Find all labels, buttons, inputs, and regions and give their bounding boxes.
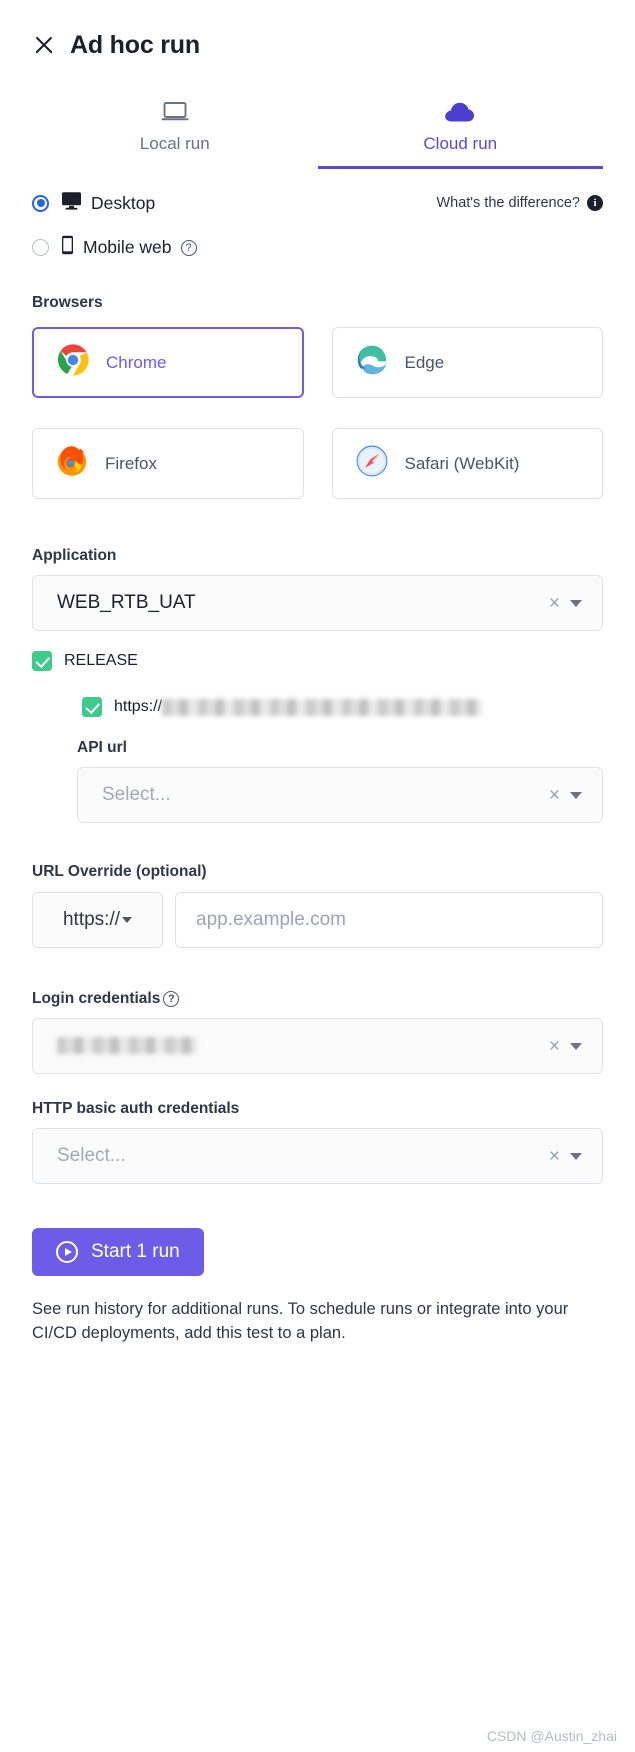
radio-indicator[interactable] xyxy=(32,194,49,212)
release-url-prefix: https:// xyxy=(114,698,163,715)
whats-the-difference-link[interactable]: What's the difference? i xyxy=(436,195,603,211)
browsers-section: Browsers Chrome Edge Firefox Safari (Web… xyxy=(32,294,603,499)
browser-card-firefox[interactable]: Firefox xyxy=(32,428,304,499)
tab-label: Local run xyxy=(139,134,210,153)
clear-icon[interactable]: × xyxy=(539,1147,570,1166)
run-target-row: Desktop Mobile web ? What's the differen… xyxy=(32,191,603,260)
radio-mobile-web[interactable]: Mobile web ? xyxy=(32,235,197,260)
protocol-select[interactable]: https:// xyxy=(32,892,163,948)
chevron-down-icon[interactable] xyxy=(570,791,582,799)
tab-label: Cloud run xyxy=(423,134,498,153)
browser-card-safari[interactable]: Safari (WebKit) xyxy=(331,428,603,499)
question-mark-icon[interactable]: ? xyxy=(180,239,197,256)
run-mode-tabs: Local run Cloud run xyxy=(32,86,603,169)
chevron-down-icon[interactable] xyxy=(122,917,133,923)
chevron-down-icon[interactable] xyxy=(570,599,582,607)
release-checkbox-row[interactable]: RELEASE xyxy=(32,651,603,671)
login-credentials-label-text: Login credentials xyxy=(32,990,161,1007)
redacted-credential xyxy=(57,1037,197,1055)
release-url-label: https:// xyxy=(114,698,483,716)
http-basic-auth-select[interactable]: Select... × xyxy=(32,1128,603,1184)
safari-icon xyxy=(355,444,389,483)
page-title: Ad hoc run xyxy=(70,30,200,59)
browser-card-edge[interactable]: Edge xyxy=(331,327,603,398)
radio-desktop[interactable]: Desktop xyxy=(32,191,197,215)
question-mark-icon[interactable]: ? xyxy=(163,991,180,1007)
monitor-icon xyxy=(61,191,82,215)
application-section: Application WEB_RTB_UAT × RELEASE https:… xyxy=(32,547,603,823)
browser-name: Safari (WebKit) xyxy=(404,453,520,473)
browser-name: Firefox xyxy=(105,453,157,473)
application-label: Application xyxy=(32,547,117,564)
url-override-row: https:// xyxy=(32,892,603,948)
radio-mobile-web-label: Mobile web ? xyxy=(61,235,197,260)
application-selected-value: WEB_RTB_UAT xyxy=(57,592,196,613)
clear-icon[interactable]: × xyxy=(539,786,570,805)
tab-local-run[interactable]: Local run xyxy=(32,86,318,169)
protocol-value: https:// xyxy=(62,909,121,930)
footer-note: See run history for additional runs. To … xyxy=(32,1300,569,1342)
checkbox-release-url[interactable] xyxy=(82,697,102,717)
start-run-button[interactable]: Start 1 run xyxy=(32,1228,204,1276)
panel-header: Ad hoc run xyxy=(32,0,603,62)
start-run-button-label: Start 1 run xyxy=(91,1241,180,1262)
checkbox-release[interactable] xyxy=(32,651,52,671)
chevron-down-icon[interactable] xyxy=(570,1042,582,1050)
browser-name: Chrome xyxy=(106,352,167,372)
url-override-label: URL Override (optional) xyxy=(32,863,207,880)
clear-icon[interactable]: × xyxy=(539,594,570,613)
tab-cloud-run[interactable]: Cloud run xyxy=(317,86,603,169)
browser-card-chrome[interactable]: Chrome xyxy=(32,327,304,398)
radio-indicator[interactable] xyxy=(32,239,49,256)
difference-link-label: What's the difference? xyxy=(436,195,580,211)
watermark: CSDN @Austin_zhai xyxy=(486,1728,617,1744)
radio-label-text: Desktop xyxy=(91,192,156,213)
clear-icon[interactable]: × xyxy=(539,1037,570,1056)
http-basic-auth-placeholder: Select... xyxy=(57,1145,126,1166)
radio-desktop-label: Desktop xyxy=(61,191,155,215)
edge-icon xyxy=(355,343,389,382)
url-override-input[interactable] xyxy=(175,892,603,948)
firefox-icon xyxy=(55,444,89,483)
radio-label-text: Mobile web xyxy=(83,237,172,257)
login-credentials-value xyxy=(57,1035,539,1057)
http-basic-auth-label: HTTP basic auth credentials xyxy=(32,1100,240,1117)
browsers-label: Browsers xyxy=(32,294,103,311)
close-icon[interactable] xyxy=(32,33,56,57)
api-url-label: API url xyxy=(77,739,127,756)
laptop-icon xyxy=(160,94,190,124)
release-url-checkbox-row[interactable]: https:// xyxy=(82,697,603,717)
http-basic-auth-section: HTTP basic auth credentials Select... × xyxy=(32,1100,603,1184)
chevron-down-icon[interactable] xyxy=(570,1152,582,1160)
application-select[interactable]: WEB_RTB_UAT × xyxy=(32,575,603,631)
run-target-radio-group: Desktop Mobile web ? xyxy=(32,191,197,260)
chrome-icon xyxy=(56,343,90,382)
api-url-select[interactable]: Select... × xyxy=(77,767,603,823)
browser-name: Edge xyxy=(404,352,445,372)
redacted-url xyxy=(162,698,483,716)
api-url-field: Select... × xyxy=(77,767,603,823)
info-icon[interactable]: i xyxy=(587,195,603,211)
login-credentials-section: Login credentials ? × xyxy=(32,990,603,1074)
api-url-placeholder: Select... xyxy=(102,784,171,805)
phone-icon xyxy=(61,235,74,260)
login-credentials-select[interactable]: × xyxy=(32,1018,603,1074)
ad-hoc-run-panel: Ad hoc run Local run Cloud run Desktop M… xyxy=(0,0,635,1752)
release-label: RELEASE xyxy=(64,652,138,669)
cloud-icon xyxy=(443,94,477,124)
url-override-section: URL Override (optional) https:// xyxy=(32,863,603,948)
play-icon xyxy=(56,1241,78,1263)
login-credentials-label: Login credentials ? xyxy=(32,990,603,1008)
browser-grid: Chrome Edge Firefox Safari (WebKit) xyxy=(32,327,603,499)
